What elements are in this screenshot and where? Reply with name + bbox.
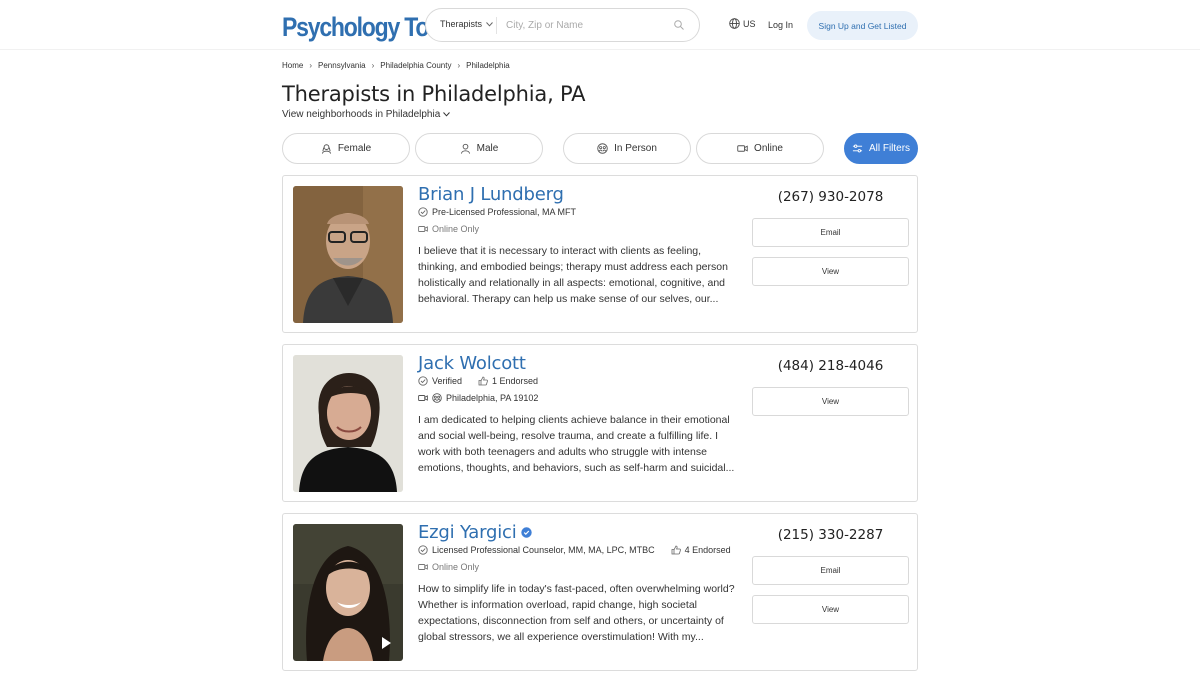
therapist-card[interactable]: Jack Wolcott Verified 1 Endorsed Philade… bbox=[282, 344, 918, 502]
breadcrumb-home[interactable]: Home bbox=[282, 61, 303, 70]
search-type-label: Therapists bbox=[440, 19, 483, 29]
email-button[interactable]: Email bbox=[752, 556, 909, 585]
therapist-photo[interactable] bbox=[293, 186, 403, 323]
phone-number[interactable]: (215) 330-2287 bbox=[752, 527, 909, 543]
page-title: Therapists in Philadelphia, PA bbox=[282, 82, 586, 106]
credential-text: Pre-Licensed Professional, MA MFT bbox=[432, 207, 577, 217]
location-text: Online Only bbox=[432, 224, 480, 234]
filter-label: In Person bbox=[614, 143, 657, 154]
badge-check-icon bbox=[418, 376, 428, 386]
male-icon bbox=[460, 143, 470, 154]
in-person-icon bbox=[597, 143, 608, 154]
thumbs-up-icon bbox=[478, 376, 488, 386]
video-icon bbox=[737, 145, 748, 152]
chevron-down-icon bbox=[443, 112, 451, 117]
credential-line: Verified 1 Endorsed bbox=[418, 376, 538, 386]
video-icon bbox=[418, 395, 428, 401]
therapist-name[interactable]: Ezgi Yargici bbox=[418, 522, 532, 543]
breadcrumb-city: Philadelphia bbox=[466, 61, 510, 70]
region-selector[interactable]: US bbox=[729, 18, 756, 29]
filters-icon bbox=[852, 144, 863, 153]
search-icon[interactable] bbox=[673, 19, 685, 31]
globe-icon bbox=[729, 18, 740, 29]
therapist-name[interactable]: Brian J Lundberg bbox=[418, 184, 564, 205]
phone-number[interactable]: (484) 218-4046 bbox=[752, 358, 909, 374]
neighborhoods-link[interactable]: View neighborhoods in Philadelphia bbox=[282, 109, 451, 120]
chevron-right-icon: › bbox=[309, 61, 313, 70]
search-type-dropdown[interactable]: Therapists bbox=[440, 19, 493, 29]
location-text: Philadelphia, PA 19102 bbox=[446, 393, 539, 403]
location-line: Online Only bbox=[418, 562, 479, 572]
credential-text: Verified bbox=[432, 376, 463, 386]
signup-button[interactable]: Sign Up and Get Listed bbox=[807, 11, 918, 40]
verified-badge-icon bbox=[520, 527, 532, 538]
credential-line: Licensed Professional Counselor, MM, MA,… bbox=[418, 545, 731, 555]
endorsed-text: 1 Endorsed bbox=[492, 376, 539, 386]
breadcrumb-state[interactable]: Pennsylvania bbox=[318, 61, 366, 70]
chevron-right-icon: › bbox=[371, 61, 375, 70]
neighborhoods-label: View neighborhoods in Philadelphia bbox=[282, 109, 441, 120]
therapist-card[interactable]: Ezgi Yargici Licensed Professional Couns… bbox=[282, 513, 918, 671]
filter-label: Online bbox=[754, 143, 783, 154]
phone-number[interactable]: (267) 930-2078 bbox=[752, 189, 909, 205]
view-button[interactable]: View bbox=[752, 595, 909, 624]
filter-label: Male bbox=[476, 143, 499, 154]
video-icon bbox=[418, 564, 428, 570]
all-filters-button[interactable]: All Filters bbox=[844, 133, 918, 164]
therapist-photo[interactable] bbox=[293, 355, 403, 492]
video-icon bbox=[418, 226, 428, 232]
region-label: US bbox=[743, 18, 756, 29]
badge-check-icon bbox=[418, 545, 428, 555]
filter-online[interactable]: Online bbox=[696, 133, 824, 164]
play-icon[interactable] bbox=[382, 637, 391, 649]
filter-female[interactable]: Female bbox=[282, 133, 410, 164]
in-person-icon bbox=[432, 393, 442, 403]
location-text: Online Only bbox=[432, 562, 480, 572]
search-input[interactable] bbox=[506, 15, 666, 35]
badge-check-icon bbox=[418, 207, 428, 217]
login-link[interactable]: Log In bbox=[768, 20, 793, 30]
endorsed-text: 4 Endorsed bbox=[684, 545, 731, 555]
filter-label: All Filters bbox=[868, 143, 911, 154]
therapist-bio: I am dedicated to helping clients achiev… bbox=[418, 414, 735, 474]
therapist-bio: I believe that it is necessary to intera… bbox=[418, 245, 728, 305]
view-button[interactable]: View bbox=[752, 387, 909, 416]
breadcrumb-county[interactable]: Philadelphia County bbox=[380, 61, 451, 70]
therapist-card[interactable]: Brian J Lundberg Pre-Licensed Profession… bbox=[282, 175, 918, 333]
chevron-down-icon bbox=[486, 21, 493, 27]
thumbs-up-icon bbox=[671, 545, 681, 555]
site-header: Psychology Today Therapists US Log In Si… bbox=[0, 0, 1200, 50]
search-bar: Therapists bbox=[425, 8, 700, 42]
credential-line: Pre-Licensed Professional, MA MFT bbox=[418, 207, 576, 217]
therapist-name-text: Ezgi Yargici bbox=[418, 522, 517, 543]
search-divider bbox=[496, 17, 497, 34]
credential-text: Licensed Professional Counselor, MM, MA,… bbox=[432, 545, 655, 555]
chevron-right-icon: › bbox=[457, 61, 461, 70]
view-button[interactable]: View bbox=[752, 257, 909, 286]
location-line: Philadelphia, PA 19102 bbox=[418, 393, 538, 403]
filter-in-person[interactable]: In Person bbox=[563, 133, 691, 164]
therapist-photo[interactable] bbox=[293, 524, 403, 661]
therapist-name[interactable]: Jack Wolcott bbox=[418, 353, 526, 374]
email-button[interactable]: Email bbox=[752, 218, 909, 247]
filter-label: Female bbox=[337, 143, 372, 154]
therapist-bio: How to simplify life in today's fast-pac… bbox=[418, 583, 735, 643]
location-line: Online Only bbox=[418, 224, 479, 234]
filter-male[interactable]: Male bbox=[415, 133, 543, 164]
female-icon bbox=[321, 144, 331, 154]
breadcrumb: Home › Pennsylvania › Philadelphia Count… bbox=[282, 61, 510, 70]
